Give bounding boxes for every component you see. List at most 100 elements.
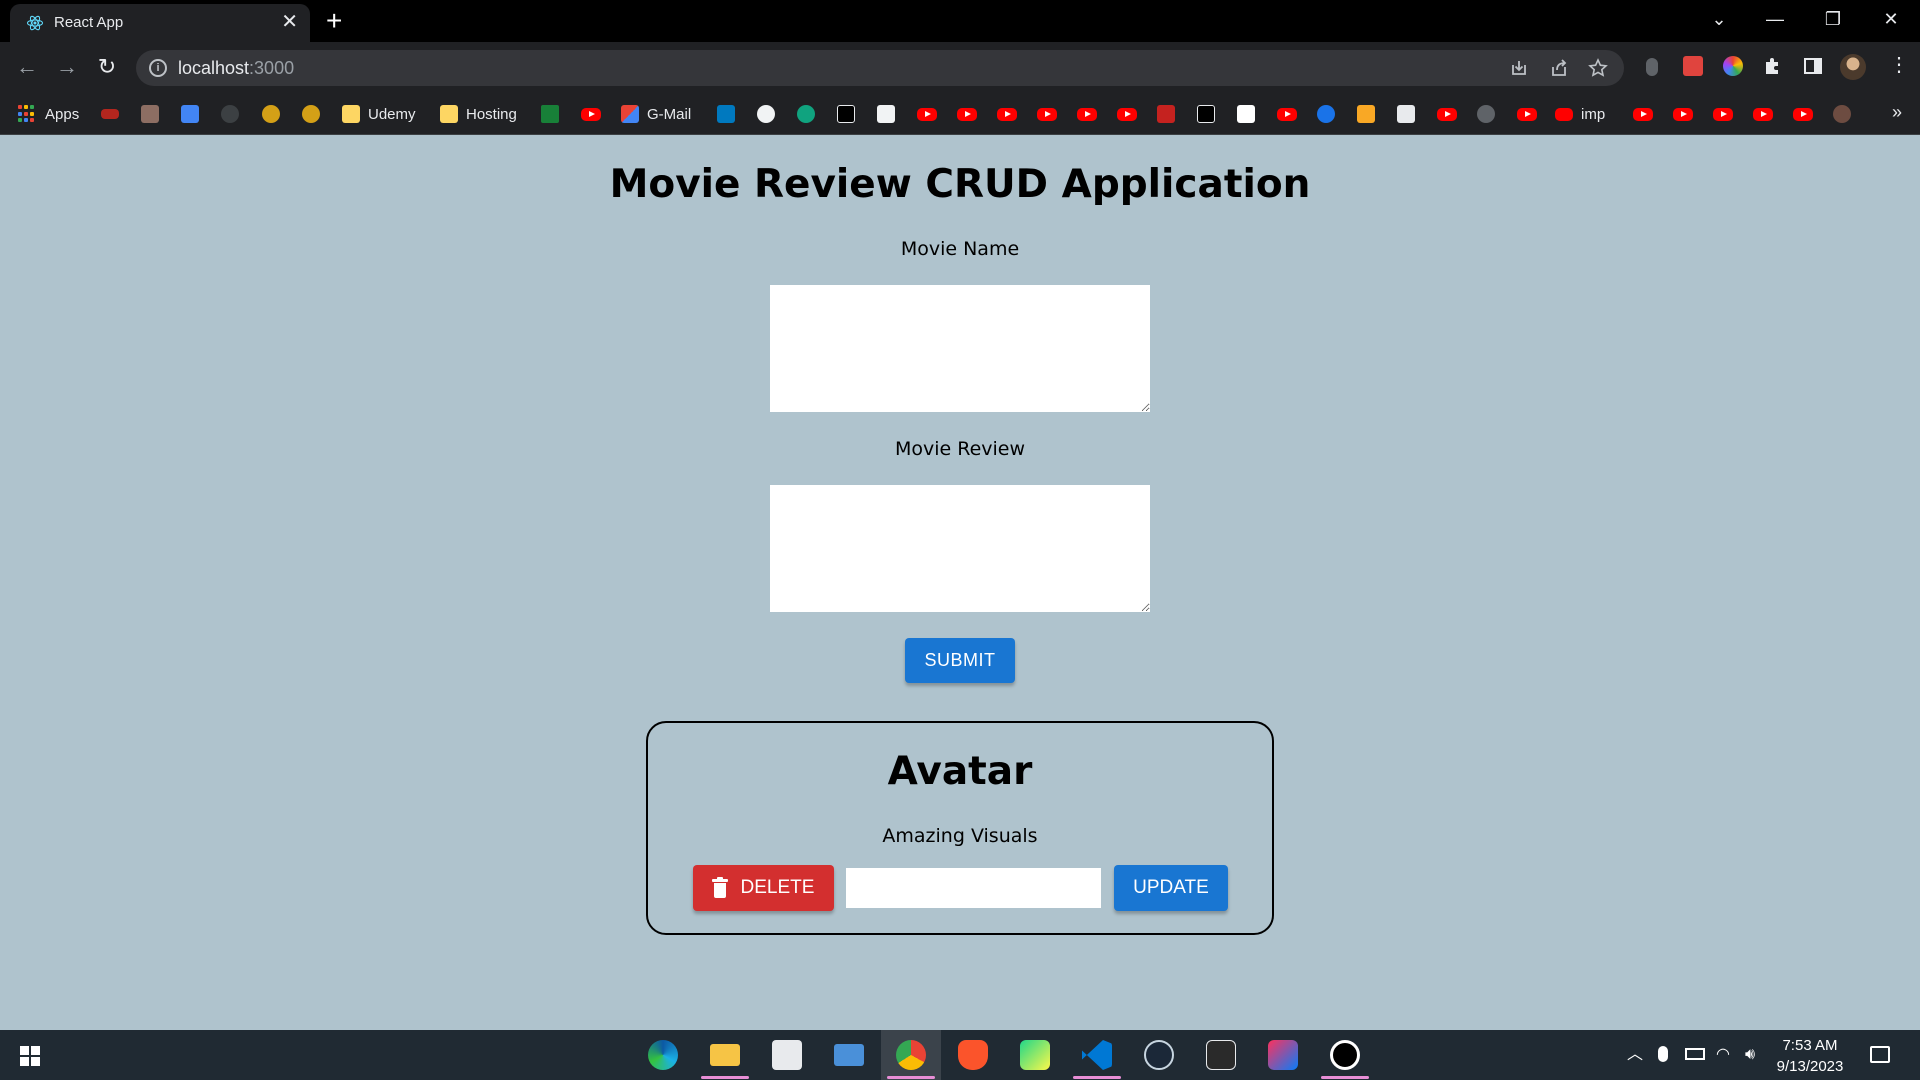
chatgpt-icon[interactable]: [797, 105, 815, 123]
restore-button[interactable]: ❐: [1810, 6, 1856, 32]
bookmark-orange-icon[interactable]: [1357, 105, 1375, 123]
bookmark-folder-hosting[interactable]: Hosting: [440, 103, 517, 125]
side-panel-icon[interactable]: [1803, 56, 1823, 76]
bookmark-profile-icon[interactable]: [1833, 105, 1851, 123]
recorder-icon[interactable]: [1330, 1040, 1360, 1070]
bookmark-gmail-label: G-Mail: [647, 105, 692, 123]
bookmark-apps[interactable]: Apps: [18, 103, 79, 125]
youtube-bookmark-icon[interactable]: [957, 108, 977, 121]
youtube-bookmark-icon[interactable]: [917, 108, 937, 121]
wifi-icon[interactable]: ◠: [1716, 1046, 1730, 1064]
bookmark-gmail[interactable]: G-Mail: [621, 103, 691, 125]
submit-button[interactable]: SUBMIT: [905, 638, 1015, 683]
folder-icon: [440, 105, 458, 123]
bookmark-terminal-icon[interactable]: [1197, 105, 1215, 123]
bookmark-c-icon[interactable]: [1317, 105, 1335, 123]
bookmark-translate-icon[interactable]: [181, 105, 199, 123]
close-window-button[interactable]: ✕: [1868, 6, 1914, 32]
youtube-bookmark-icon[interactable]: [1437, 108, 1457, 121]
bookmark-coin-icon-2[interactable]: [302, 105, 320, 123]
wikipedia-icon[interactable]: [1237, 105, 1255, 123]
bookmark-coin-icon[interactable]: [262, 105, 280, 123]
vscode-icon[interactable]: [1082, 1040, 1112, 1070]
reload-button[interactable]: ↻: [92, 54, 122, 80]
url-text: localhost:3000: [178, 58, 294, 79]
youtube-bookmark-icon[interactable]: [1037, 108, 1057, 121]
extension-mouse-icon[interactable]: [1646, 58, 1658, 76]
minimize-button[interactable]: —: [1752, 6, 1798, 32]
steam-icon[interactable]: [1144, 1040, 1174, 1070]
delete-button[interactable]: DELETE: [693, 865, 834, 911]
github-icon[interactable]: [757, 105, 775, 123]
extensions-puzzle-icon[interactable]: [1763, 56, 1783, 76]
address-bar[interactable]: i localhost:3000: [136, 50, 1624, 86]
microsoft-store-icon[interactable]: [772, 1040, 802, 1070]
pycharm-icon[interactable]: [1020, 1040, 1050, 1070]
mail-icon[interactable]: [834, 1044, 864, 1066]
update-review-input[interactable]: [846, 868, 1101, 908]
profile-avatar[interactable]: [1840, 54, 1866, 80]
file-explorer-icon[interactable]: [710, 1044, 740, 1066]
bookmark-red-site-icon[interactable]: [1157, 105, 1175, 123]
youtube-bookmark-icon[interactable]: [1633, 108, 1653, 121]
hackerrank-icon[interactable]: [837, 105, 855, 123]
bookmark-game-icon[interactable]: [101, 109, 119, 119]
movie-name-input[interactable]: [770, 285, 1150, 412]
edge-browser-icon[interactable]: [648, 1040, 678, 1070]
movie-review-input[interactable]: [770, 485, 1150, 612]
youtube-bookmark-icon[interactable]: [1753, 108, 1773, 121]
browser-tab-active[interactable]: React App ✕: [10, 4, 310, 42]
youtube-bookmark-icon[interactable]: [1277, 108, 1297, 121]
site-info-icon[interactable]: i: [149, 59, 167, 77]
bookmark-music-icon[interactable]: [1477, 105, 1495, 123]
bookmark-imp[interactable]: imp: [1555, 103, 1605, 125]
tab-search-icon[interactable]: ⌄: [1696, 6, 1742, 32]
youtube-bookmark-icon[interactable]: [1117, 108, 1137, 121]
bookmark-udemy-label: Udemy: [368, 105, 416, 123]
extension-red-icon[interactable]: [1683, 56, 1703, 76]
chrome-menu-icon[interactable]: ⋮: [1889, 54, 1909, 76]
windows-start-icon[interactable]: [20, 1046, 40, 1066]
youtube-bookmark-icon[interactable]: [1077, 108, 1097, 121]
youtube-bookmark-icon[interactable]: [997, 108, 1017, 121]
url-host: localhost: [178, 58, 250, 78]
system-clock[interactable]: 7:53 AM 9/13/2023: [1770, 1035, 1850, 1077]
battery-icon[interactable]: [1685, 1048, 1705, 1060]
chrome-taskbar-icon[interactable]: [896, 1040, 926, 1070]
extension-color-icon[interactable]: [1723, 56, 1743, 76]
unsplash-icon[interactable]: [1397, 105, 1415, 123]
review-text: Amazing Visuals: [882, 825, 1038, 847]
youtube-bookmark-icon[interactable]: [581, 108, 601, 121]
show-hidden-icons-chevron-icon[interactable]: ︿: [1627, 1046, 1643, 1064]
youtube-bookmark-icon[interactable]: [1673, 108, 1693, 121]
epic-games-icon[interactable]: [1206, 1040, 1236, 1070]
bookmark-photo-icon[interactable]: [141, 105, 159, 123]
bookmark-bug-icon[interactable]: [221, 105, 239, 123]
bookmark-imp-label: imp: [1581, 105, 1606, 123]
youtube-bookmark-icon[interactable]: [1793, 108, 1813, 121]
more-bookmarks-chevron-icon[interactable]: »: [1892, 102, 1902, 123]
brave-browser-icon[interactable]: [958, 1040, 988, 1070]
microphone-icon[interactable]: [1658, 1046, 1668, 1062]
back-button[interactable]: ←: [12, 54, 42, 80]
install-app-icon[interactable]: [1509, 58, 1529, 78]
youtube-bookmark-icon[interactable]: [1517, 108, 1537, 121]
bookmarks-bar: Apps Udemy Hosting G-Mail imp »: [0, 94, 1920, 135]
update-button[interactable]: UPDATE: [1114, 865, 1228, 911]
volume-icon[interactable]: 🔊︎: [1745, 1046, 1755, 1064]
trello-icon[interactable]: [717, 105, 735, 123]
bookmark-star-icon[interactable]: [1588, 58, 1608, 78]
forward-button[interactable]: →: [52, 54, 82, 80]
bookmark-apps-label: Apps: [45, 105, 80, 123]
youtube-bookmark-icon[interactable]: [1713, 108, 1733, 121]
close-tab-icon[interactable]: ✕: [281, 11, 298, 33]
new-tab-button[interactable]: +: [326, 6, 342, 36]
bookmark-w-icon[interactable]: [541, 105, 559, 123]
bookmark-site-icon[interactable]: [877, 105, 895, 123]
notifications-icon[interactable]: [1870, 1046, 1890, 1063]
share-icon[interactable]: [1549, 58, 1569, 78]
bookmark-folder-udemy[interactable]: Udemy: [342, 103, 416, 125]
intellij-icon[interactable]: [1268, 1040, 1298, 1070]
bookmark-hosting-label: Hosting: [466, 105, 517, 123]
page-title: Movie Review CRUD Application: [609, 162, 1311, 207]
